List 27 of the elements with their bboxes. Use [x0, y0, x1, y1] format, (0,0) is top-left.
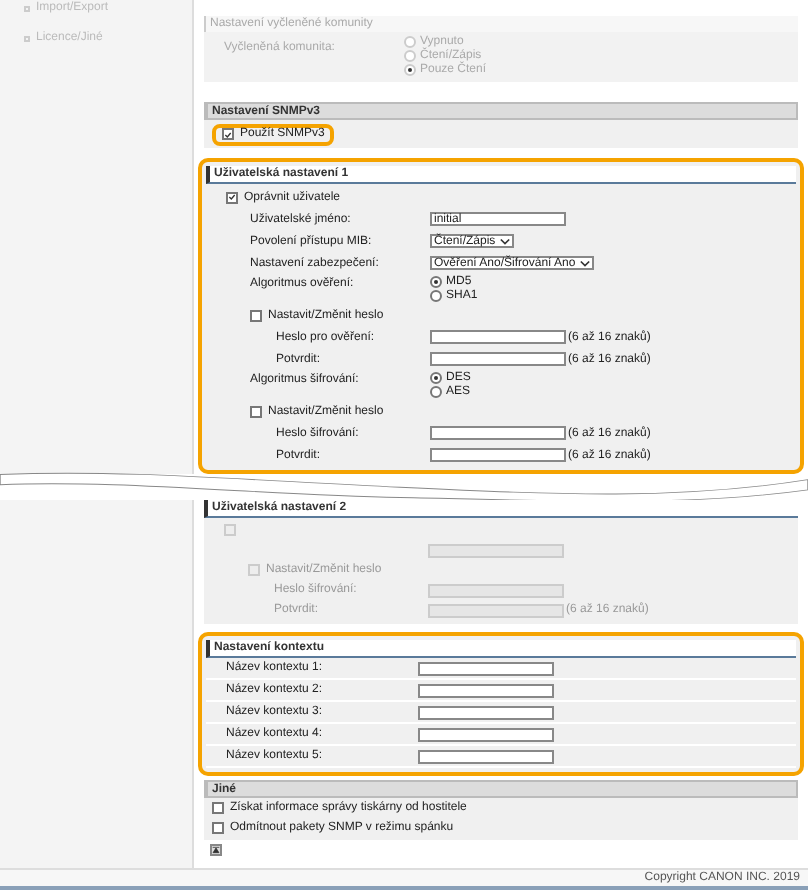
- radio-button[interactable]: [430, 276, 442, 288]
- radio-button[interactable]: [430, 372, 442, 384]
- checkbox[interactable]: [212, 802, 224, 814]
- input-field[interactable]: [430, 352, 566, 366]
- input-field[interactable]: [418, 683, 554, 697]
- radio-button[interactable]: [404, 50, 416, 62]
- caret-icon: [579, 259, 590, 267]
- input-field[interactable]: [418, 727, 554, 741]
- radio-button[interactable]: [404, 64, 416, 76]
- bullet-icon: [24, 35, 30, 41]
- back-to-top-icon[interactable]: [210, 844, 222, 856]
- input-field[interactable]: [418, 661, 554, 675]
- checkbox[interactable]: [250, 405, 262, 417]
- radio-button[interactable]: [430, 386, 442, 398]
- caret-icon: [499, 237, 510, 245]
- checkbox[interactable]: [250, 309, 262, 321]
- input-field[interactable]: [418, 749, 554, 763]
- input-field[interactable]: [430, 448, 566, 462]
- checkbox[interactable]: [222, 128, 234, 140]
- checkbox[interactable]: [226, 191, 238, 203]
- input-field[interactable]: [430, 426, 566, 440]
- radio-button[interactable]: [430, 290, 442, 302]
- radio-button[interactable]: [404, 36, 416, 48]
- input-field[interactable]: [418, 705, 554, 719]
- input-field[interactable]: [430, 330, 566, 344]
- bullet-icon: [24, 5, 30, 11]
- checkbox[interactable]: [212, 822, 224, 834]
